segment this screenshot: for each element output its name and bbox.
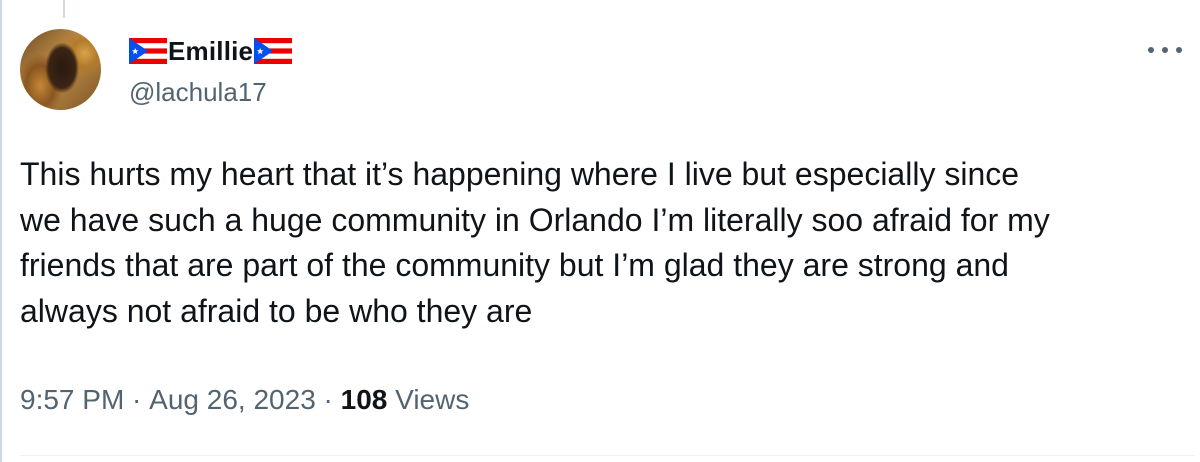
- separator-dot: ·: [315, 384, 341, 415]
- puerto-rico-flag-icon: [129, 38, 167, 64]
- tweet-date[interactable]: Aug 26, 2023: [149, 384, 316, 416]
- dot: [1162, 47, 1168, 53]
- author-name-row[interactable]: Emillie: [129, 34, 293, 68]
- divider: [20, 455, 1195, 456]
- views-label: Views: [387, 384, 470, 415]
- left-border: [0, 0, 2, 462]
- views-count: 108: [340, 384, 388, 415]
- tweet-time[interactable]: 9:57 PM: [20, 384, 124, 416]
- tweet-text: This hurts my heart that it’s happening …: [20, 156, 1050, 329]
- more-dots-icon[interactable]: [1148, 38, 1182, 62]
- author-handle[interactable]: @lachula17: [129, 77, 267, 108]
- avatar[interactable]: [20, 29, 101, 110]
- thread-connector-line: [63, 0, 65, 18]
- dot: [1148, 47, 1154, 53]
- author-display-name[interactable]: Emillie: [168, 36, 253, 67]
- separator-dot: ·: [124, 384, 150, 415]
- tweet-metadata: 9:57 PM · Aug 26, 2023 · 108 Views: [20, 384, 469, 416]
- puerto-rico-flag-icon: [254, 38, 293, 64]
- dot: [1176, 47, 1182, 53]
